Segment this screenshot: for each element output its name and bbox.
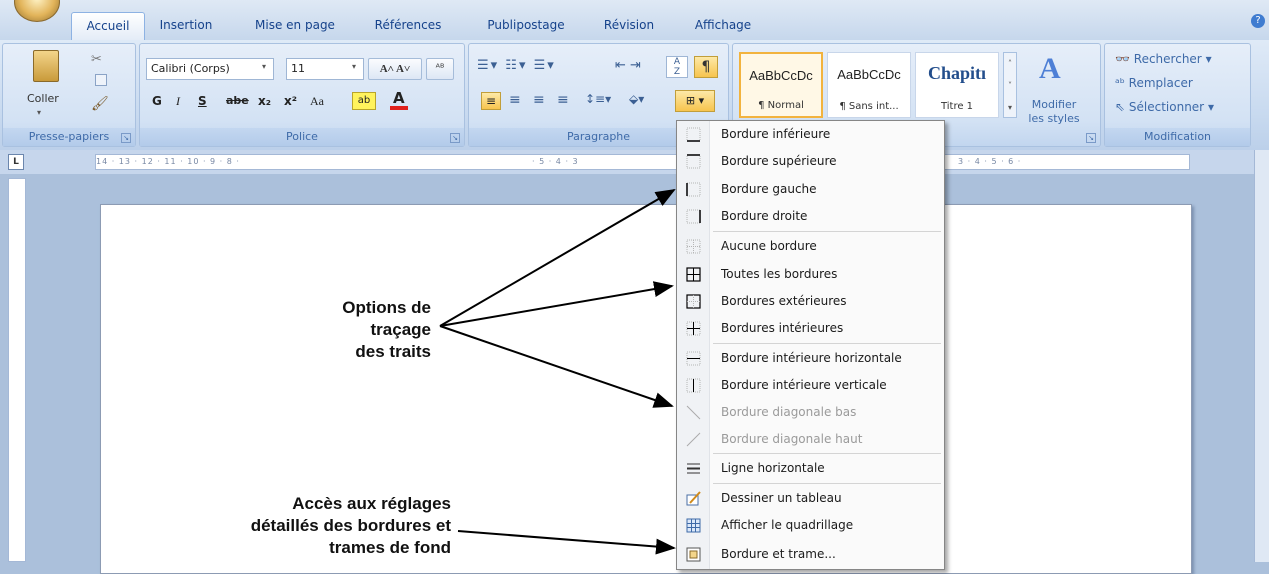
menu-separator bbox=[713, 453, 941, 454]
menu-item-label: Bordure intérieure horizontale bbox=[721, 351, 902, 365]
menu-item-border-outside[interactable]: Bordures extérieures bbox=[677, 288, 944, 315]
menu-item-label: Bordure droite bbox=[721, 209, 808, 223]
borders-shading-icon bbox=[686, 547, 701, 562]
annotation-arrows bbox=[439, 188, 676, 555]
menu-item-border-left[interactable]: Bordure gauche bbox=[677, 176, 944, 203]
arrow-to-borders-shading bbox=[457, 530, 676, 555]
menu-item-border-inside-horizontal[interactable]: Bordure intérieure horizontale bbox=[677, 345, 944, 372]
border-diagonal-down-icon bbox=[686, 405, 701, 420]
menu-item-draw-table[interactable]: Dessiner un tableau bbox=[677, 485, 944, 512]
menu-item-label: Bordure intérieure verticale bbox=[721, 378, 887, 392]
menu-separator bbox=[713, 343, 941, 344]
border-right-icon bbox=[686, 209, 701, 224]
draw-table-icon bbox=[686, 491, 701, 506]
menu-item-label: Bordure diagonale bas bbox=[721, 405, 857, 419]
menu-item-label: Bordure diagonale haut bbox=[721, 432, 863, 446]
menu-item-label: Aucune bordure bbox=[721, 239, 817, 253]
border-outside-icon bbox=[686, 294, 701, 309]
menu-item-label: Bordures intérieures bbox=[721, 321, 844, 335]
menu-item-show-gridlines[interactable]: Afficher le quadrillage bbox=[677, 512, 944, 539]
menu-item-label: Bordures extérieures bbox=[721, 294, 847, 308]
menu-item-label: Bordure supérieure bbox=[721, 154, 837, 168]
menu-item-label: Dessiner un tableau bbox=[721, 491, 842, 505]
menu-item-border-top[interactable]: Bordure supérieure bbox=[677, 148, 944, 175]
menu-item-border-diagonal-down: Bordure diagonale bas bbox=[677, 399, 944, 426]
menu-item-label: Afficher le quadrillage bbox=[721, 518, 854, 532]
show-gridlines-icon bbox=[686, 518, 701, 533]
menu-item-label: Bordure et trame... bbox=[721, 547, 836, 561]
border-inside-horizontal-icon bbox=[686, 351, 701, 366]
border-bottom-icon bbox=[686, 127, 701, 142]
border-diagonal-up-icon bbox=[686, 432, 701, 447]
border-none-icon bbox=[686, 239, 701, 254]
border-left-icon bbox=[686, 182, 701, 197]
borders-dropdown-menu: Bordure inférieure Bordure supérieure Bord… bbox=[676, 120, 945, 570]
menu-item-border-none[interactable]: Aucune bordure bbox=[677, 233, 944, 260]
menu-separator bbox=[713, 231, 941, 232]
menu-item-border-right[interactable]: Bordure droite bbox=[677, 203, 944, 230]
menu-item-label: Bordure inférieure bbox=[721, 127, 831, 141]
menu-separator bbox=[713, 483, 941, 484]
menu-item-label: Ligne horizontale bbox=[721, 461, 825, 475]
menu-item-label: Bordure gauche bbox=[721, 182, 817, 196]
arrow-to-diagonal-down bbox=[439, 325, 674, 408]
menu-item-horizontal-line[interactable]: Ligne horizontale bbox=[677, 455, 944, 482]
border-top-icon bbox=[686, 154, 701, 169]
horizontal-line-icon bbox=[686, 461, 701, 476]
menu-item-border-all[interactable]: Toutes les bordures bbox=[677, 261, 944, 288]
border-inside-vertical-icon bbox=[686, 378, 701, 393]
menu-item-border-diagonal-up: Bordure diagonale haut bbox=[677, 426, 944, 453]
menu-item-border-inside-vertical[interactable]: Bordure intérieure verticale bbox=[677, 372, 944, 399]
border-all-icon bbox=[686, 267, 701, 282]
border-inside-icon bbox=[686, 321, 701, 336]
menu-item-border-inside[interactable]: Bordures intérieures bbox=[677, 315, 944, 342]
menu-item-border-bottom[interactable]: Bordure inférieure bbox=[677, 121, 944, 148]
menu-item-borders-shading[interactable]: Bordure et trame... bbox=[677, 541, 944, 568]
menu-item-label: Toutes les bordures bbox=[721, 267, 838, 281]
